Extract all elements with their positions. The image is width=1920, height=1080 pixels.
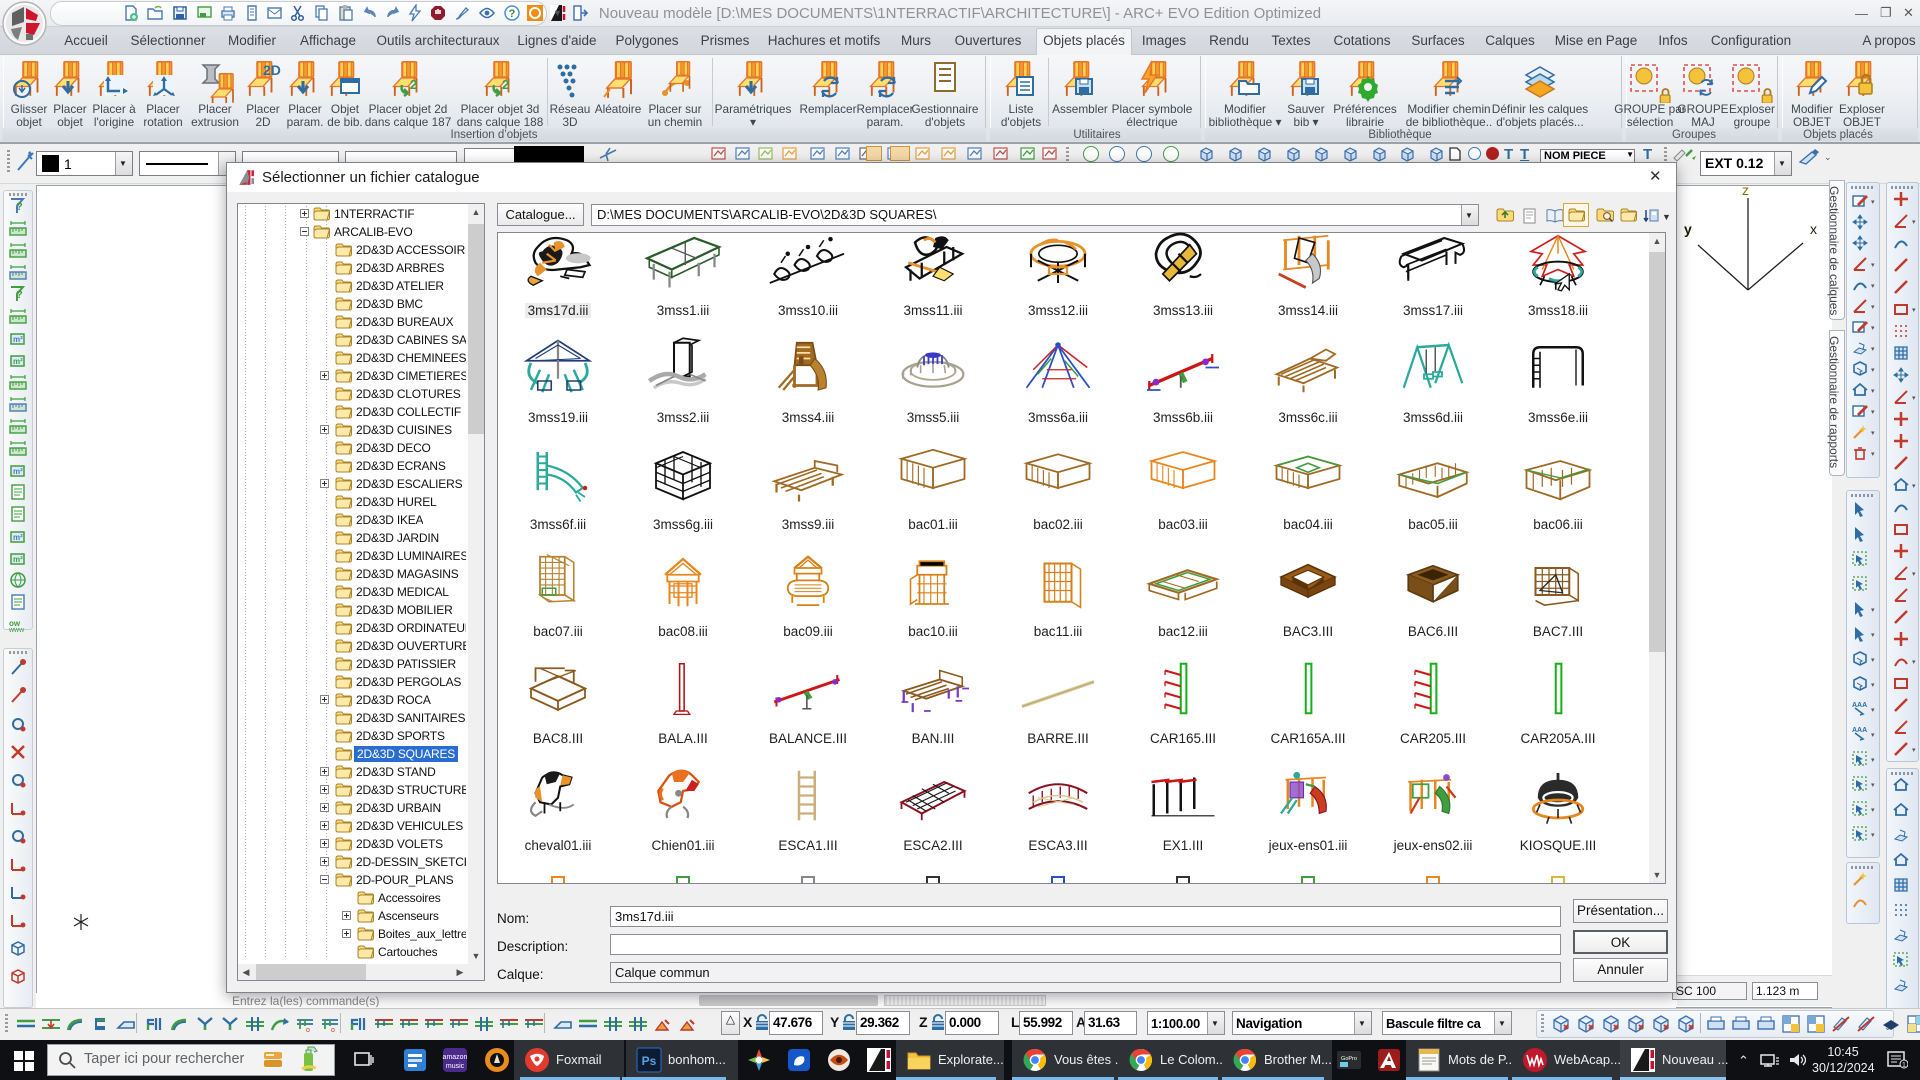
svg-text:o: o (331, 1027, 335, 1034)
svg-text:m²: m² (13, 335, 23, 344)
svg-text:m²: m² (13, 467, 23, 476)
svg-text:m²: m² (13, 555, 23, 564)
svg-text:?: ? (509, 8, 516, 20)
svg-text:m²: m² (13, 533, 23, 542)
svg-text:?: ? (16, 201, 23, 213)
svg-text:x: x (1810, 221, 1817, 237)
svg-text:2: 2 (410, 77, 417, 92)
svg-text:y: y (1684, 221, 1692, 237)
svg-text:m²: m² (13, 357, 23, 366)
svg-text:?: ? (16, 289, 23, 301)
svg-text:z: z (1742, 182, 1749, 198)
svg-text:AAA: AAA (1852, 727, 1867, 734)
svg-text:1: 1 (1902, 1062, 1906, 1069)
svg-text:Ps: Ps (642, 1054, 657, 1068)
svg-text:www: www (8, 627, 25, 634)
svg-text:GoPro: GoPro (1341, 1056, 1357, 1062)
svg-text:amazon: amazon (443, 1054, 468, 1061)
svg-text:2D: 2D (263, 62, 281, 78)
svg-text:2: 2 (502, 77, 509, 92)
svg-text:AAA: AAA (1852, 702, 1867, 709)
svg-text:o: o (306, 1027, 310, 1034)
svg-text:music: music (446, 1063, 465, 1070)
